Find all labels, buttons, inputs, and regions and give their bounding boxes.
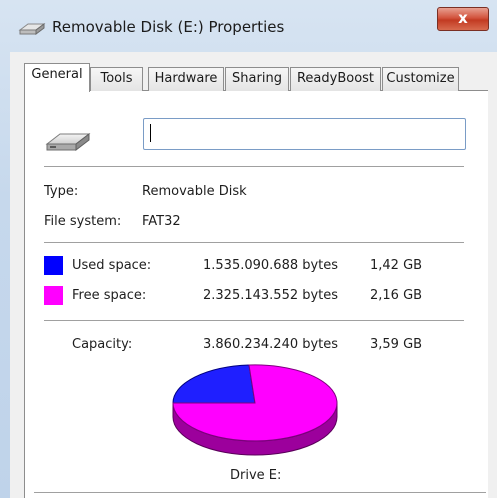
capacity-label: Capacity: <box>72 337 133 352</box>
drive-label: Drive E: <box>230 468 282 483</box>
removable-drive-icon <box>45 132 91 152</box>
capacity-size: 3,59 GB <box>370 337 423 352</box>
tab-customize[interactable]: Customize <box>382 67 459 91</box>
used-space-swatch <box>44 256 63 275</box>
free-space-bytes: 2.325.143.552 bytes <box>203 288 339 303</box>
free-space-swatch <box>44 286 63 305</box>
text-caret <box>150 124 151 142</box>
used-space-size: 1,42 GB <box>370 258 423 273</box>
window-title: Removable Disk (E:) Properties <box>52 18 285 36</box>
free-space-size: 2,16 GB <box>370 288 423 303</box>
used-slice <box>172 364 256 404</box>
file-system-value: FAT32 <box>142 214 181 229</box>
divider-top <box>44 166 464 167</box>
tab-sharing[interactable]: Sharing <box>225 67 289 91</box>
used-space-label: Used space: <box>72 258 152 273</box>
drive-icon <box>18 23 46 35</box>
file-system-label: File system: <box>44 214 122 229</box>
type-label: Type: <box>44 184 79 199</box>
divider-bottom <box>34 492 486 493</box>
type-value: Removable Disk <box>142 184 247 199</box>
used-space-bytes: 1.535.090.688 bytes <box>203 258 339 273</box>
tab-general[interactable]: General <box>24 63 90 92</box>
divider-middle <box>44 242 464 243</box>
volume-label-input[interactable] <box>143 118 466 150</box>
tab-readyboost[interactable]: ReadyBoost <box>290 67 381 91</box>
close-icon: x <box>458 9 468 27</box>
disk-usage-pie <box>172 364 338 456</box>
title-bar[interactable]: Removable Disk (E:) Properties x <box>0 0 497 52</box>
tab-tools[interactable]: Tools <box>90 67 143 91</box>
free-space-label: Free space: <box>72 288 147 303</box>
properties-window: Removable Disk (E:) Properties x General… <box>0 0 497 498</box>
close-button[interactable]: x <box>437 7 489 31</box>
tab-hardware[interactable]: Hardware <box>148 67 224 91</box>
capacity-bytes: 3.860.234.240 bytes <box>203 337 339 352</box>
divider-capacity <box>44 320 464 321</box>
